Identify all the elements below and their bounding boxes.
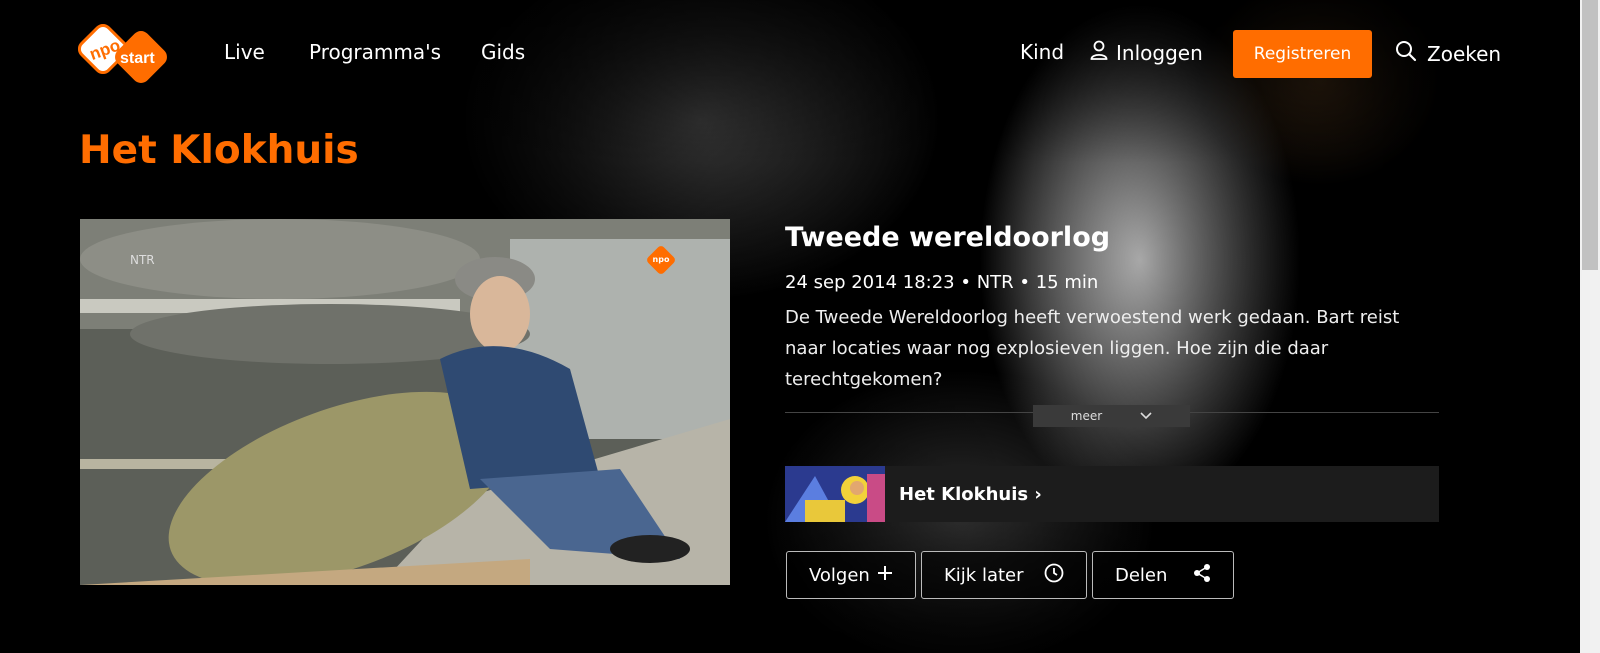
search-icon — [1395, 40, 1417, 67]
video-player-thumbnail[interactable]: NTR npo — [80, 219, 730, 585]
login-link[interactable]: Inloggen — [1090, 40, 1203, 65]
logo-text-start: start — [120, 50, 155, 67]
scrollbar-thumb[interactable] — [1582, 0, 1598, 270]
watch-later-label: Kijk later — [944, 564, 1024, 586]
program-title: Het Klokhuis — [79, 128, 359, 173]
search-link[interactable]: Zoeken — [1395, 40, 1501, 67]
series-label: Het Klokhuis › — [899, 483, 1042, 505]
page-scrollbar[interactable] — [1580, 0, 1600, 653]
episode-meta: 24 sep 2014 18:23 • NTR • 15 min — [785, 272, 1099, 293]
npo-badge: npo — [645, 244, 677, 276]
more-label: meer — [1070, 409, 1103, 423]
search-label: Zoeken — [1427, 41, 1502, 66]
npo-start-logo[interactable]: npo start — [77, 22, 178, 92]
nav-live[interactable]: Live — [224, 40, 265, 64]
video-still — [80, 219, 730, 585]
video-watermark: NTR — [130, 253, 155, 267]
watch-later-button[interactable]: Kijk later — [921, 551, 1087, 599]
register-button[interactable]: Registreren — [1233, 30, 1372, 78]
nav-kind[interactable]: Kind — [1020, 40, 1064, 64]
share-icon — [1193, 563, 1211, 588]
series-link[interactable]: Het Klokhuis › — [785, 466, 1439, 522]
share-button[interactable]: Delen — [1092, 551, 1234, 599]
login-label: Inloggen — [1116, 40, 1203, 65]
npo-badge-label: npo — [652, 255, 670, 264]
share-label: Delen — [1115, 564, 1168, 586]
episode-title: Tweede wereldoorlog — [785, 222, 1111, 253]
follow-label: Volgen — [809, 564, 870, 586]
chevron-down-icon — [1140, 409, 1152, 423]
nav-programmas[interactable]: Programma's — [309, 40, 441, 64]
nav-gids[interactable]: Gids — [481, 40, 525, 64]
episode-description: De Tweede Wereldoorlog heeft verwoestend… — [785, 307, 1400, 390]
clock-icon — [1044, 563, 1064, 588]
series-thumbnail — [785, 466, 885, 522]
more-button[interactable]: meer — [1033, 405, 1190, 427]
plus-icon — [877, 565, 893, 586]
user-icon — [1090, 40, 1108, 65]
follow-button[interactable]: Volgen — [786, 551, 916, 599]
